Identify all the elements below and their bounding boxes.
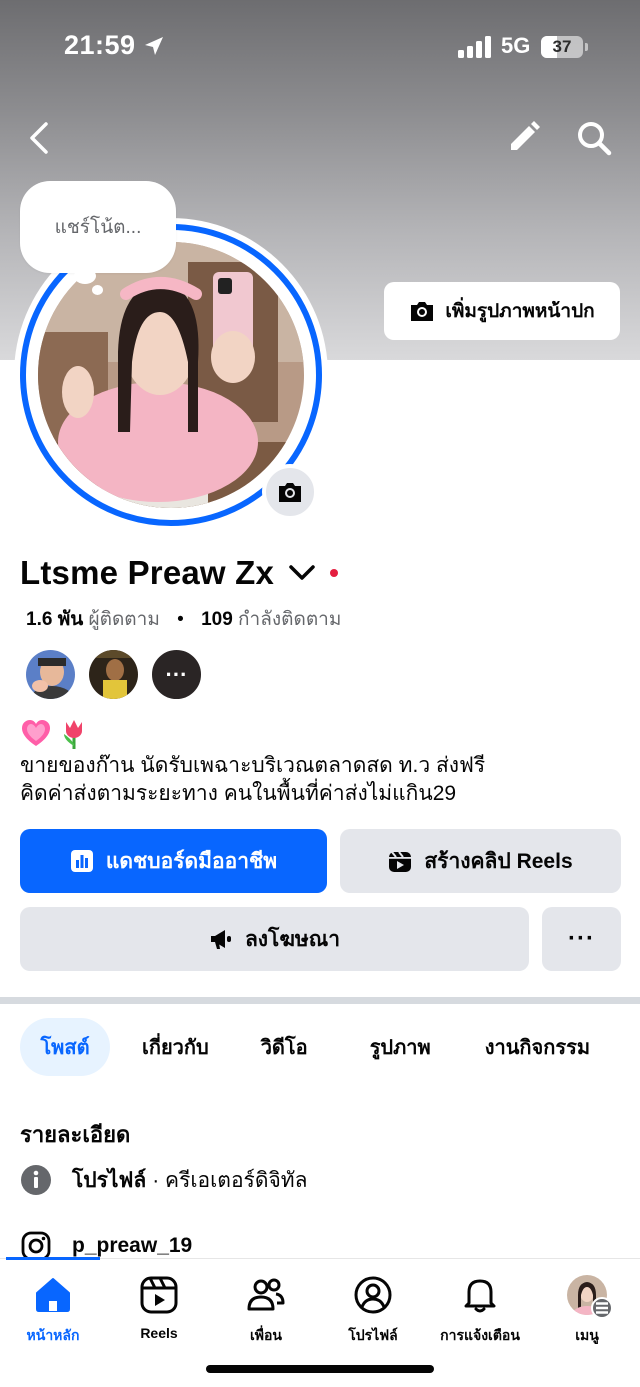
friend-avatar[interactable] bbox=[87, 648, 140, 701]
back-chevron-icon[interactable] bbox=[22, 118, 56, 158]
add-cover-photo-button[interactable]: เพิ่มรูปภาพหน้าปก bbox=[384, 282, 620, 340]
reels-label: สร้างคลิป Reels bbox=[424, 849, 573, 873]
more-dots-icon: ··· bbox=[568, 925, 595, 952]
status-time: 21:59 bbox=[64, 30, 136, 60]
notification-dot bbox=[330, 569, 339, 577]
profile-name-row[interactable]: Ltsme Preaw Zx bbox=[20, 552, 339, 594]
nav-notifications[interactable]: การแจ้งเตือน bbox=[427, 1275, 533, 1355]
nav-reels-label: Reels bbox=[140, 1325, 178, 1341]
create-reels-button[interactable]: สร้างคลิป Reels bbox=[340, 829, 621, 893]
info-icon bbox=[21, 1165, 51, 1195]
nav-menu[interactable]: เมนู bbox=[534, 1275, 640, 1355]
friends-icon bbox=[247, 1278, 285, 1311]
tab-posts[interactable]: โพสต์ bbox=[20, 1018, 110, 1076]
bio-line-2: คิดค่าส่งตามระยะทาง คนในพื้นที่ค่าส่งไม่… bbox=[20, 782, 457, 805]
change-profile-photo-button[interactable] bbox=[262, 464, 318, 520]
friend-avatar[interactable] bbox=[24, 648, 77, 701]
following-count[interactable]: 109 bbox=[201, 609, 233, 630]
followers-label[interactable]: ผู้ติดตาม bbox=[89, 609, 160, 630]
follow-stats: 1.6 พัน ผู้ติดตาม • 109 กำลังติดตาม bbox=[26, 604, 341, 634]
note-placeholder: แชร์โน้ต... bbox=[54, 217, 142, 238]
detail-profile-label: โปรไฟล์ bbox=[72, 1168, 147, 1192]
friends-preview[interactable]: ··· bbox=[24, 648, 203, 702]
nav-notifications-label: การแจ้งเตือน bbox=[440, 1327, 520, 1343]
location-arrow-icon bbox=[145, 37, 163, 55]
camera-icon bbox=[279, 483, 301, 502]
pencil-icon[interactable] bbox=[503, 118, 543, 158]
section-divider bbox=[0, 997, 640, 1004]
dashboard-chart-icon bbox=[70, 850, 93, 872]
tulip-icon bbox=[64, 720, 82, 749]
home-indicator bbox=[206, 1365, 434, 1373]
home-icon bbox=[36, 1278, 70, 1312]
search-icon[interactable] bbox=[574, 118, 614, 158]
nav-menu-label: เมนู bbox=[575, 1327, 599, 1343]
camera-icon bbox=[411, 302, 434, 321]
tab-photos[interactable]: รูปภาพ bbox=[350, 1018, 451, 1076]
chevron-down-icon[interactable] bbox=[288, 563, 316, 583]
sparkling-heart-icon bbox=[22, 720, 50, 746]
reels-icon bbox=[140, 1276, 178, 1314]
reels-plus-icon bbox=[389, 851, 412, 872]
nav-friends-label: เพื่อน bbox=[250, 1327, 282, 1343]
hamburger-icon bbox=[591, 1297, 613, 1319]
nav-friends[interactable]: เพื่อน bbox=[213, 1275, 319, 1355]
details-heading: รายละเอียด bbox=[20, 1122, 131, 1147]
bio: ขายของก๊าน นัดรับเพฉาะบริเวณตลาดสด ท.ว ส… bbox=[20, 718, 485, 808]
network-type: 5G bbox=[501, 33, 531, 58]
detail-profile-category: · ครีเอเตอร์ดิจิทัล bbox=[152, 1168, 308, 1192]
add-cover-label: เพิ่มรูปภาพหน้าปก bbox=[445, 301, 595, 322]
nav-home-label: หน้าหลัก bbox=[26, 1327, 80, 1343]
tab-events[interactable]: งานกิจกรรม bbox=[465, 1018, 610, 1076]
nav-home[interactable]: หน้าหลัก bbox=[0, 1275, 106, 1355]
active-tab-indicator bbox=[6, 1257, 100, 1260]
battery-level: 37 bbox=[552, 37, 572, 56]
profile-name: Ltsme Preaw Zx bbox=[20, 554, 275, 591]
more-options-button[interactable]: ··· bbox=[542, 907, 621, 971]
ads-label: ลงโฆษณา bbox=[244, 927, 341, 951]
more-friends-button[interactable]: ··· bbox=[150, 648, 203, 701]
dashboard-label: แดชบอร์ดมืออาชีพ bbox=[105, 849, 278, 873]
bio-emojis bbox=[20, 718, 485, 750]
detail-profile-type[interactable]: โปรไฟล์ · ครีเอเตอร์ดิจิทัล bbox=[20, 1162, 308, 1198]
nav-profile-label: โปรไฟล์ bbox=[348, 1327, 398, 1343]
bell-icon bbox=[464, 1279, 496, 1313]
followers-count[interactable]: 1.6 พัน bbox=[26, 609, 83, 630]
share-note-bubble[interactable]: แชร์โน้ต... bbox=[20, 181, 176, 273]
tab-videos[interactable]: วิดีโอ bbox=[241, 1018, 328, 1076]
battery-icon: 37 bbox=[541, 36, 588, 58]
following-label[interactable]: กำลังติดตาม bbox=[238, 609, 341, 630]
professional-dashboard-button[interactable]: แดชบอร์ดมืออาชีพ bbox=[20, 829, 327, 893]
nav-reels[interactable]: Reels bbox=[106, 1275, 212, 1355]
bio-line-1: ขายของก๊าน นัดรับเพฉาะบริเวณตลาดสด ท.ว ส… bbox=[20, 754, 486, 777]
profile-icon bbox=[354, 1276, 392, 1314]
megaphone-icon bbox=[210, 930, 231, 949]
tab-about[interactable]: เกี่ยวกับ bbox=[122, 1018, 229, 1076]
nav-profile[interactable]: โปรไฟล์ bbox=[320, 1275, 426, 1355]
signal-icon bbox=[458, 36, 491, 58]
profile-tabs: โพสต์ เกี่ยวกับ วิดีโอ รูปภาพ งานกิจกรรม bbox=[20, 1018, 610, 1076]
instagram-handle: p_preaw_19 bbox=[72, 1234, 193, 1257]
status-bar: 21:59 5G 37 bbox=[0, 0, 640, 96]
note-bubble-tail-small bbox=[92, 285, 103, 295]
stats-separator: • bbox=[177, 609, 184, 630]
advertise-button[interactable]: ลงโฆษณา bbox=[20, 907, 529, 971]
note-bubble-tail bbox=[74, 268, 96, 284]
more-friends-dots: ··· bbox=[165, 661, 188, 687]
